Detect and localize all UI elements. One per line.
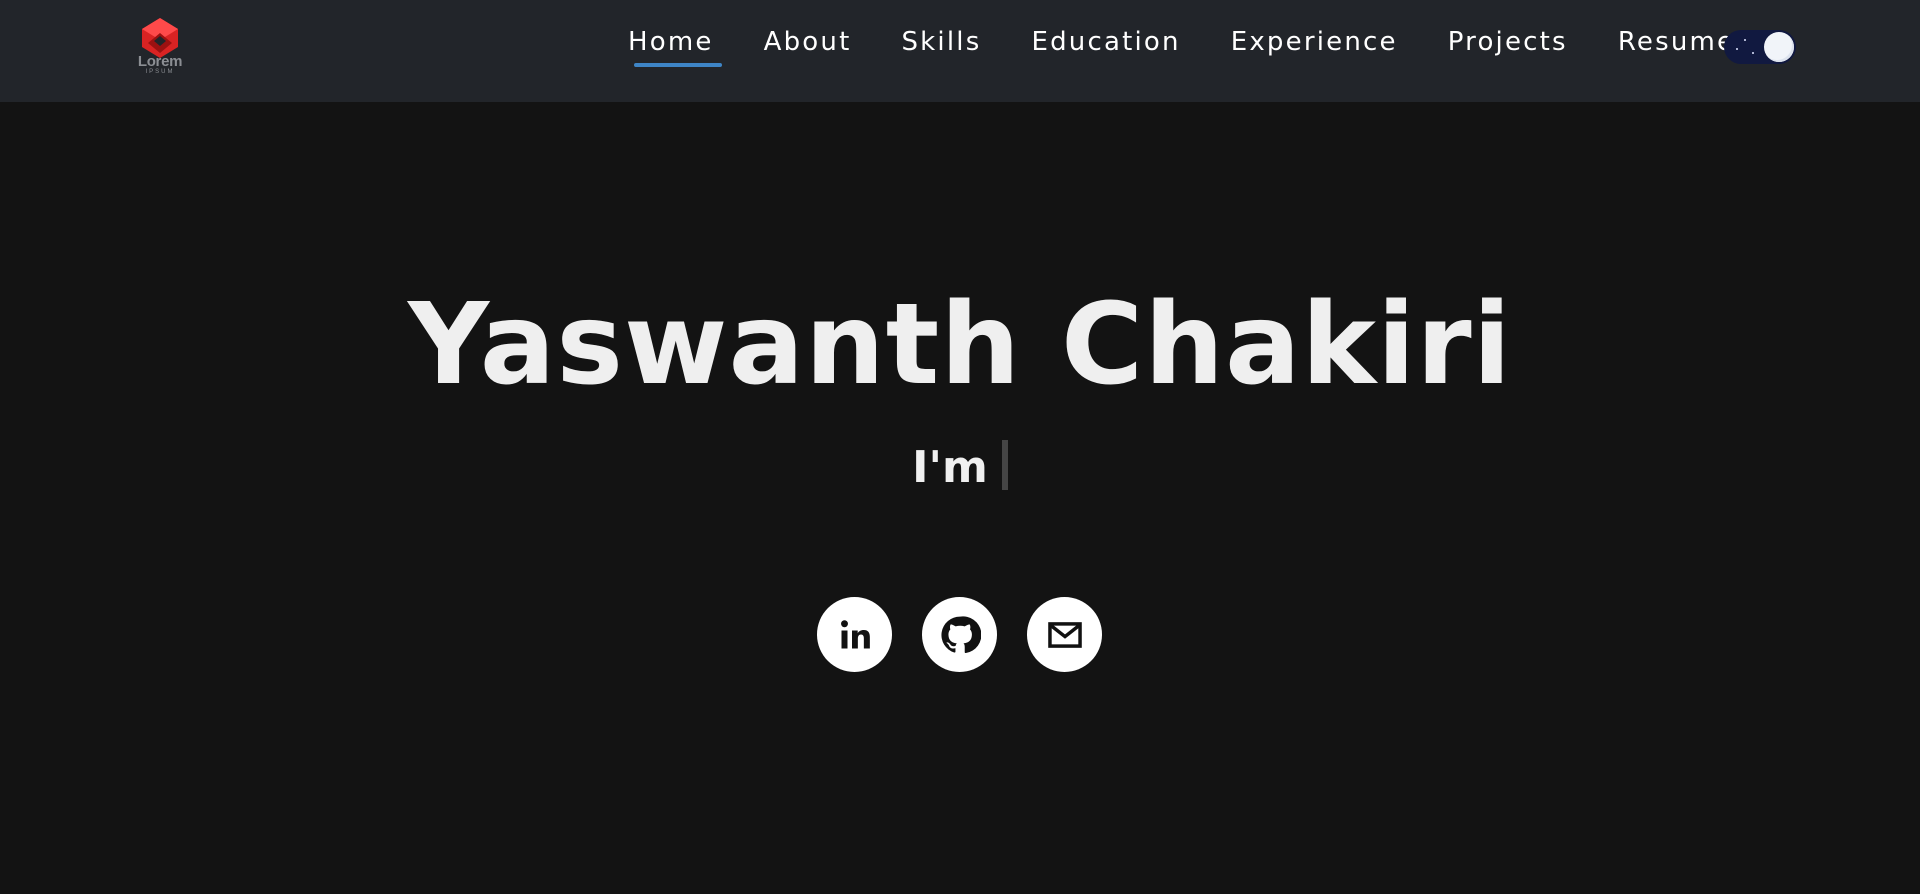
logo-text: Lorem <box>137 53 183 70</box>
star-icon <box>1736 48 1738 50</box>
github-button[interactable] <box>922 597 997 672</box>
social-links <box>817 597 1132 672</box>
typewriter-text: I'm <box>912 442 988 493</box>
typing-cursor <box>1001 440 1008 490</box>
logo[interactable]: Lorem IPSUM <box>134 17 186 85</box>
linkedin-icon <box>840 619 870 648</box>
mail-button[interactable] <box>1027 597 1102 672</box>
hero-name: Yaswanth Chakiri <box>407 280 1513 410</box>
mail-icon <box>1047 621 1082 648</box>
hero-subtitle: I'm <box>0 440 1920 493</box>
main-nav: Home About Skills Education Experience P… <box>620 20 1777 69</box>
nav-item-skills[interactable]: Skills <box>893 20 989 69</box>
nav-item-experience[interactable]: Experience <box>1223 20 1406 69</box>
star-icon <box>1752 52 1754 54</box>
theme-toggle[interactable] <box>1724 30 1796 64</box>
nav-item-home[interactable]: Home <box>620 20 722 69</box>
nav-item-projects[interactable]: Projects <box>1440 20 1576 69</box>
nav-item-about[interactable]: About <box>756 20 860 69</box>
nav-item-education[interactable]: Education <box>1023 20 1188 69</box>
github-icon <box>940 615 981 653</box>
navbar: Lorem IPSUM Home About Skills Education … <box>0 0 1920 102</box>
logo-subtext: IPSUM <box>145 69 175 75</box>
star-icon <box>1744 39 1746 41</box>
linkedin-button[interactable] <box>817 597 892 672</box>
moon-icon <box>1764 32 1794 62</box>
